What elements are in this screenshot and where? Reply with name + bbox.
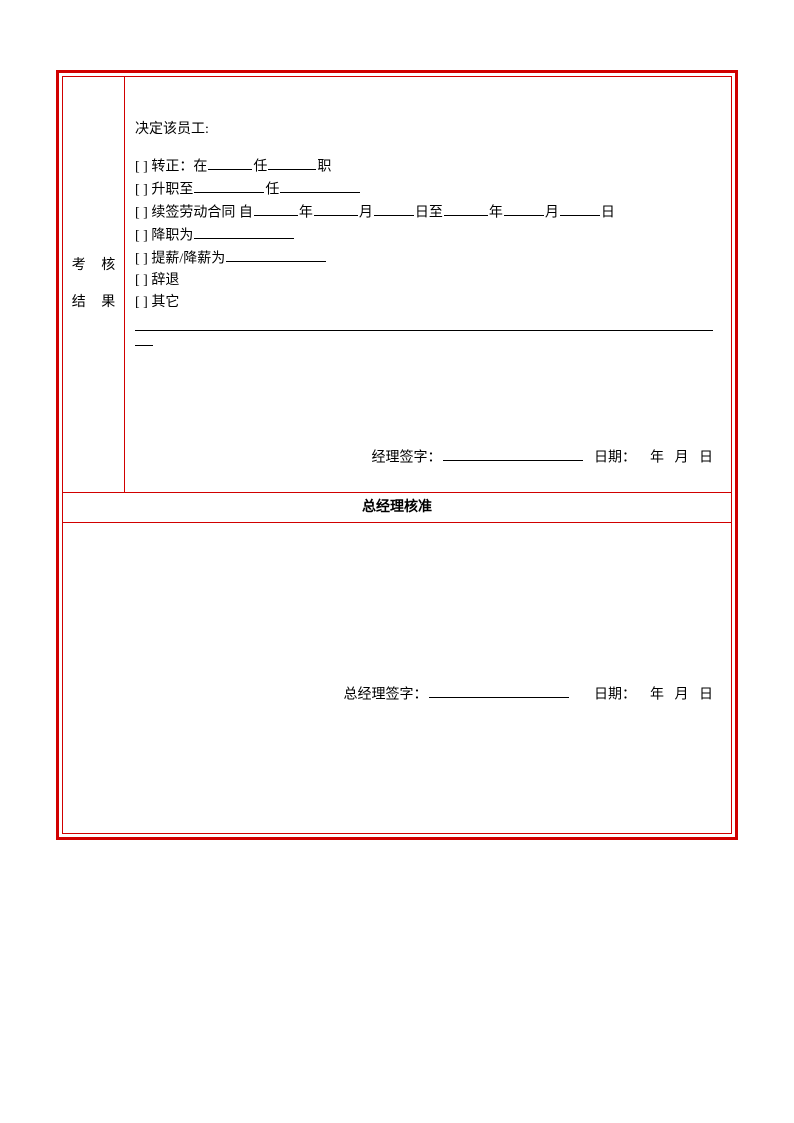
blank-to-year[interactable] [444, 201, 488, 216]
blank-promote-to[interactable] [194, 178, 264, 193]
blank-other-line2[interactable] [135, 331, 153, 346]
label-line1: 考 核 [72, 248, 122, 284]
gm-signature-row: 总经理签字： 日期： 年 月 日 [63, 683, 713, 703]
blank-salary[interactable] [226, 247, 326, 262]
gm-sign-label: 总经理签字： [344, 687, 428, 702]
assessment-result-label-cell: 考 核 结 果 [63, 77, 125, 493]
option-promote: [ ] 升职至 任 [135, 178, 713, 201]
option-salary-change: [ ] 提薪/降薪为 [135, 247, 713, 270]
blank-from-day[interactable] [374, 201, 414, 216]
blank-to-day[interactable] [560, 201, 600, 216]
decision-intro: 决定该员工: [135, 119, 713, 141]
blank-manager-signature[interactable] [443, 446, 583, 461]
manager-sign-label: 经理签字： [372, 450, 442, 465]
opt2-prefix: [ ] 升职至 [135, 182, 193, 197]
blank-to-month[interactable] [504, 201, 544, 216]
gm-year: 年 [650, 687, 664, 702]
outer-frame: 考 核 结 果 决定该员工: [ ] 转正：在任职 [ ] 升职至任 [ ] 续… [56, 70, 738, 840]
manager-month: 月 [675, 450, 689, 465]
opt3-y1: 年 [299, 205, 313, 220]
spacer [135, 141, 713, 155]
inner-frame: 考 核 结 果 决定该员工: [ ] 转正：在任职 [ ] 升职至任 [ ] 续… [62, 76, 732, 834]
opt3-y2: 年 [489, 205, 503, 220]
blank-from-year[interactable] [254, 201, 298, 216]
opt1-suffix: 职 [317, 159, 331, 174]
opt3-d2: 日 [601, 205, 615, 220]
opt7-prefix: [ ] 其它 [135, 295, 179, 310]
blank-gm-signature[interactable] [429, 683, 569, 698]
gm-approval-header: 总经理核准 [63, 493, 731, 523]
blank-position[interactable] [268, 155, 316, 170]
opt3-prefix: [ ] 续签劳动合同 自 [135, 205, 253, 220]
option-demote: [ ] 降职为 [135, 224, 713, 247]
manager-year: 年 [650, 450, 664, 465]
opt5-prefix: [ ] 提薪/降薪为 [135, 251, 225, 266]
gm-date-label: 日期： [594, 687, 636, 702]
option-other: [ ] 其它 [135, 292, 713, 354]
blank-demote-to[interactable] [194, 224, 294, 239]
blank-from-month[interactable] [314, 201, 358, 216]
manager-date-label: 日期： [594, 450, 636, 465]
opt3-m2: 月 [545, 205, 559, 220]
gm-month: 月 [675, 687, 689, 702]
opt3-m1: 月 [359, 205, 373, 220]
label-line2: 结 果 [72, 285, 122, 321]
gm-approval-body: 总经理签字： 日期： 年 月 日 [63, 523, 731, 833]
opt2-mid: 任 [265, 182, 279, 197]
blank-department[interactable] [208, 155, 252, 170]
manager-day: 日 [699, 450, 713, 465]
option-dismiss: [ ] 辞退 [135, 270, 713, 292]
blank-promote-pos[interactable] [280, 178, 360, 193]
opt1-prefix: [ ] 转正：在 [135, 159, 207, 174]
option-renew-contract: [ ] 续签劳动合同 自 年 月 日至 年 月 日 [135, 201, 713, 224]
assessment-result-body: 决定该员工: [ ] 转正：在任职 [ ] 升职至任 [ ] 续签劳动合同 自年… [125, 77, 731, 493]
gm-day: 日 [699, 687, 713, 702]
opt3-d1: 日至 [415, 205, 443, 220]
blank-other-line1[interactable] [135, 315, 713, 330]
page: 考 核 结 果 决定该员工: [ ] 转正：在任职 [ ] 升职至任 [ ] 续… [0, 0, 794, 1123]
opt4-prefix: [ ] 降职为 [135, 228, 193, 243]
opt1-mid: 任 [253, 159, 267, 174]
decision-block: 决定该员工: [ ] 转正：在任职 [ ] 升职至任 [ ] 续签劳动合同 自年… [135, 119, 713, 354]
option-convert-fulltime: [ ] 转正：在 任 职 [135, 155, 713, 178]
manager-signature-row: 经理签字： 日期： 年 月 日 [125, 446, 713, 466]
